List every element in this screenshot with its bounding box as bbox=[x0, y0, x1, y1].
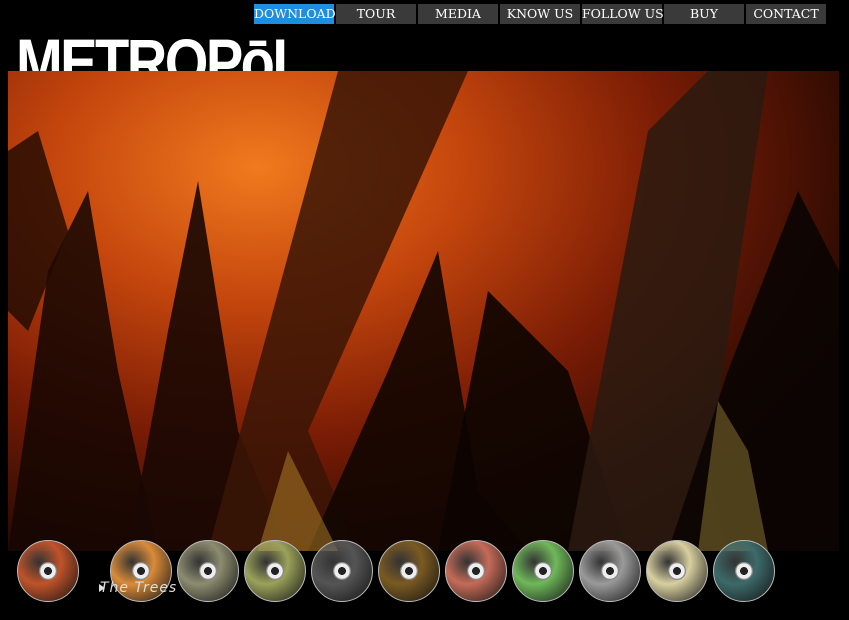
thumbnail-disc-1[interactable] bbox=[17, 540, 79, 602]
nav-contact[interactable]: CONTACT bbox=[746, 4, 826, 24]
disc-hub-icon bbox=[534, 562, 552, 580]
nav-follow-us[interactable]: FOLLOW US bbox=[582, 4, 664, 24]
disc-hub-icon bbox=[735, 562, 753, 580]
nav-tour[interactable]: TOUR bbox=[336, 4, 416, 24]
nav-know-us[interactable]: KNOW US bbox=[500, 4, 580, 24]
thumbnail-disc-4[interactable] bbox=[244, 540, 306, 602]
disc-hub-icon bbox=[266, 562, 284, 580]
thumbnail-disc-9[interactable] bbox=[579, 540, 641, 602]
thumbnail-disc-11[interactable] bbox=[713, 540, 775, 602]
thumbnail-disc-10[interactable] bbox=[646, 540, 708, 602]
disc-hub-icon bbox=[199, 562, 217, 580]
disc-hub-icon bbox=[467, 562, 485, 580]
disc-hub-icon bbox=[132, 562, 150, 580]
thumbnail-disc-8[interactable] bbox=[512, 540, 574, 602]
nav-media[interactable]: MEDIA bbox=[418, 4, 498, 24]
nav-buy[interactable]: BUY bbox=[664, 4, 744, 24]
disc-hub-icon bbox=[668, 562, 686, 580]
thumbnail-disc-5[interactable] bbox=[311, 540, 373, 602]
video-player[interactable] bbox=[8, 71, 839, 551]
thumbnail-disc-7[interactable] bbox=[445, 540, 507, 602]
disc-hub-icon bbox=[601, 562, 619, 580]
thumbnail-disc-6[interactable] bbox=[378, 540, 440, 602]
disc-hub-icon bbox=[400, 562, 418, 580]
disc-hub-icon bbox=[333, 562, 351, 580]
disc-hub-icon bbox=[39, 562, 57, 580]
main-nav: DOWNLOAD TOUR MEDIA KNOW US FOLLOW US BU… bbox=[254, 4, 826, 24]
now-playing-label: The Trees bbox=[100, 580, 178, 596]
nav-download[interactable]: DOWNLOAD bbox=[254, 4, 336, 24]
video-frame-art bbox=[8, 71, 839, 551]
thumbnail-disc-3[interactable] bbox=[177, 540, 239, 602]
